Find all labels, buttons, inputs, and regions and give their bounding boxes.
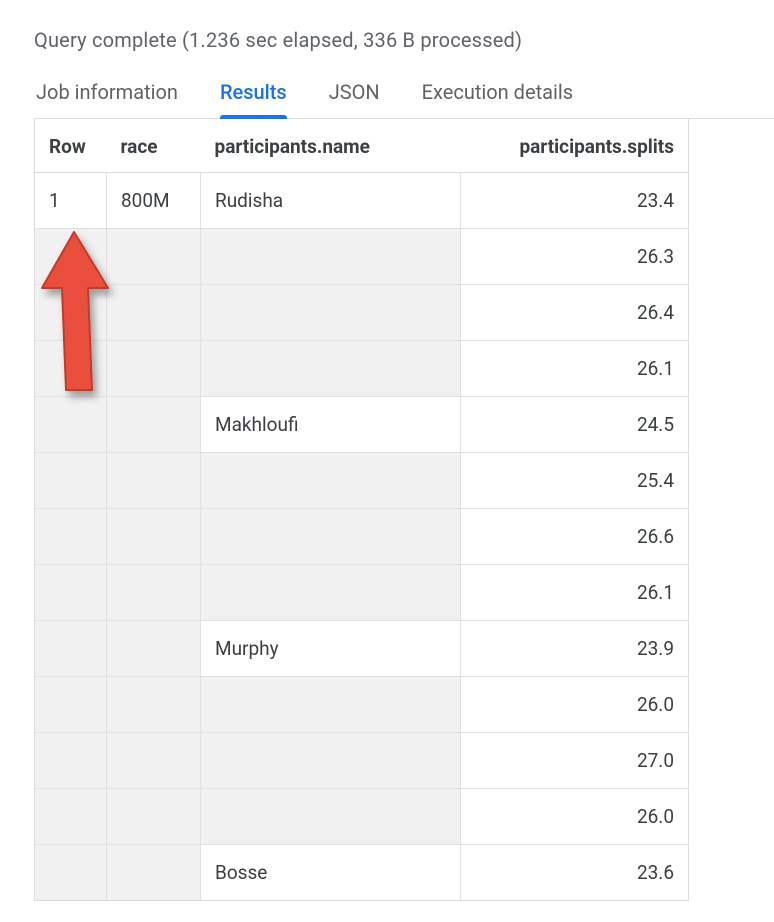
table-row: 1800MRudisha23.4 <box>35 173 689 229</box>
cell-row-number <box>35 229 107 285</box>
cell-participant-split: 25.4 <box>461 453 689 509</box>
cell-participant-split: 26.3 <box>461 229 689 285</box>
cell-row-number <box>35 621 107 677</box>
tab-results[interactable]: Results <box>220 80 287 118</box>
cell-race <box>107 397 201 453</box>
cell-participant-name: Bosse <box>201 845 461 901</box>
cell-row-number <box>35 285 107 341</box>
table-row: 26.1 <box>35 341 689 397</box>
tab-json[interactable]: JSON <box>329 80 380 118</box>
table-row: 26.3 <box>35 229 689 285</box>
table-row: Murphy23.9 <box>35 621 689 677</box>
cell-race <box>107 229 201 285</box>
cell-participant-name <box>201 677 461 733</box>
cell-race <box>107 509 201 565</box>
cell-participant-split: 26.6 <box>461 509 689 565</box>
cell-participant-name: Makhloufi <box>201 397 461 453</box>
table-row: 26.6 <box>35 509 689 565</box>
cell-participant-name <box>201 453 461 509</box>
cell-race <box>107 453 201 509</box>
cell-participant-name <box>201 285 461 341</box>
col-splits: participants.splits <box>461 119 689 173</box>
cell-participant-name: Murphy <box>201 621 461 677</box>
cell-participant-name <box>201 509 461 565</box>
cell-row-number <box>35 677 107 733</box>
cell-row-number: 1 <box>35 173 107 229</box>
tab-job-information[interactable]: Job information <box>36 80 178 118</box>
table-row: 25.4 <box>35 453 689 509</box>
cell-race <box>107 733 201 789</box>
cell-row-number <box>35 453 107 509</box>
cell-participant-split: 26.0 <box>461 789 689 845</box>
cell-race <box>107 677 201 733</box>
table-row: 26.1 <box>35 565 689 621</box>
cell-race <box>107 341 201 397</box>
cell-participant-split: 26.1 <box>461 341 689 397</box>
table-row: Makhloufi24.5 <box>35 397 689 453</box>
col-row: Row <box>35 119 107 173</box>
table-row: 26.0 <box>35 677 689 733</box>
col-race: race <box>107 119 201 173</box>
table-row: 26.4 <box>35 285 689 341</box>
cell-participant-name <box>201 789 461 845</box>
cell-participant-name: Rudisha <box>201 173 461 229</box>
cell-participant-split: 23.4 <box>461 173 689 229</box>
cell-race <box>107 565 201 621</box>
cell-participant-name <box>201 229 461 285</box>
cell-participant-name <box>201 341 461 397</box>
cell-race <box>107 789 201 845</box>
query-status-text: Query complete (1.236 sec elapsed, 336 B… <box>34 28 774 52</box>
cell-row-number <box>35 845 107 901</box>
cell-participant-name <box>201 565 461 621</box>
cell-race <box>107 845 201 901</box>
cell-race <box>107 285 201 341</box>
cell-row-number <box>35 341 107 397</box>
cell-participant-split: 23.6 <box>461 845 689 901</box>
cell-row-number <box>35 397 107 453</box>
cell-row-number <box>35 733 107 789</box>
table-row: 27.0 <box>35 733 689 789</box>
result-tabs: Job information Results JSON Execution d… <box>34 80 774 119</box>
cell-participant-split: 26.0 <box>461 677 689 733</box>
cell-participant-split: 23.9 <box>461 621 689 677</box>
col-name: participants.name <box>201 119 461 173</box>
cell-row-number <box>35 509 107 565</box>
cell-participant-split: 26.4 <box>461 285 689 341</box>
cell-participant-split: 24.5 <box>461 397 689 453</box>
table-header-row: Row race participants.name participants.… <box>35 119 689 173</box>
tab-execution-details[interactable]: Execution details <box>422 80 573 118</box>
cell-race <box>107 621 201 677</box>
cell-row-number <box>35 789 107 845</box>
cell-row-number <box>35 565 107 621</box>
cell-participant-name <box>201 733 461 789</box>
cell-participant-split: 27.0 <box>461 733 689 789</box>
table-row: 26.0 <box>35 789 689 845</box>
results-table: Row race participants.name participants.… <box>34 119 689 901</box>
cell-participant-split: 26.1 <box>461 565 689 621</box>
cell-race: 800M <box>107 173 201 229</box>
table-row: Bosse23.6 <box>35 845 689 901</box>
